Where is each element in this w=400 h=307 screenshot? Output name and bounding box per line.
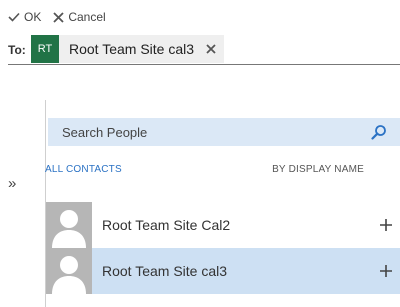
toolbar: OK Cancel	[8, 8, 106, 26]
cancel-button[interactable]: Cancel	[53, 10, 106, 24]
close-icon	[53, 11, 64, 23]
close-icon	[206, 44, 216, 54]
search-input[interactable]	[62, 118, 342, 146]
recipients-field[interactable]: To: RT Root Team Site cal3	[8, 34, 400, 65]
search-button[interactable]	[371, 124, 387, 145]
add-contact-button[interactable]	[371, 265, 400, 277]
expand-panel-button[interactable]: »	[8, 176, 16, 192]
list-item[interactable]: Root Team Site Cal2	[46, 202, 400, 248]
plus-icon	[380, 219, 392, 231]
add-contact-button[interactable]	[371, 219, 400, 231]
person-silhouette-icon	[46, 202, 92, 248]
list-item[interactable]: Root Team Site cal3	[46, 248, 400, 294]
avatar	[46, 248, 92, 294]
search-icon	[371, 125, 386, 140]
cancel-label: Cancel	[68, 10, 106, 24]
plus-icon	[380, 265, 392, 277]
contact-name: Root Team Site cal3	[102, 263, 228, 279]
double-chevron-right-icon: »	[8, 175, 17, 192]
ok-button[interactable]: OK	[8, 10, 41, 24]
search-box	[48, 118, 400, 146]
chip-label: Root Team Site cal3	[69, 41, 195, 57]
recipient-chip[interactable]: RT Root Team Site cal3	[31, 35, 225, 63]
checkmark-icon	[8, 12, 20, 22]
remove-recipient-button[interactable]	[206, 44, 216, 54]
contact-name: Root Team Site Cal2	[102, 217, 231, 233]
person-silhouette-icon	[46, 248, 92, 294]
chip-avatar: RT	[31, 35, 59, 63]
sort-by-display-name[interactable]: BY DISPLAY NAME	[272, 164, 364, 175]
to-label: To:	[8, 43, 26, 57]
ok-label: OK	[24, 10, 42, 24]
avatar	[46, 202, 92, 248]
all-contacts-filter[interactable]: ALL CONTACTS	[45, 164, 122, 175]
people-list: Root Team Site Cal2 Root Team Site cal3	[46, 202, 400, 294]
people-picker-panel: ALL CONTACTS BY DISPLAY NAME Root Team S…	[45, 100, 400, 307]
